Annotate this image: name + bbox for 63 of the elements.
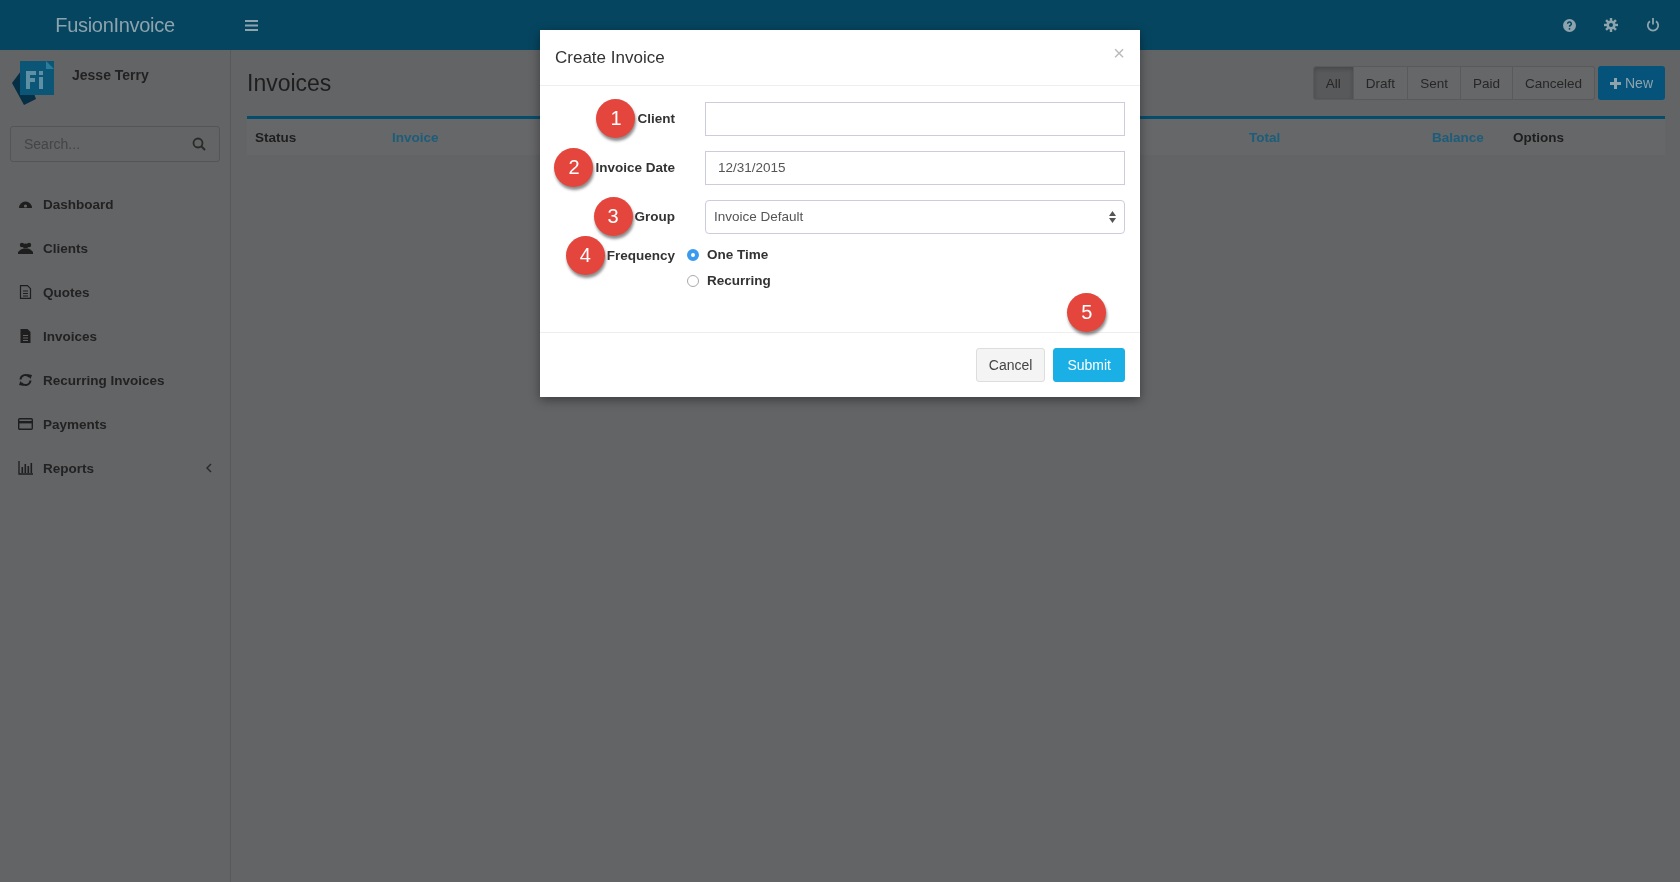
logo-icon bbox=[10, 59, 56, 105]
settings-icon[interactable] bbox=[1604, 18, 1618, 32]
nav-item[interactable]: Dashboard bbox=[0, 182, 230, 226]
filter-button[interactable]: Sent bbox=[1408, 66, 1461, 100]
help-icon[interactable] bbox=[1563, 18, 1576, 32]
power-icon[interactable] bbox=[1646, 18, 1660, 32]
document-icon bbox=[18, 285, 33, 299]
nav-label: Quotes bbox=[43, 284, 91, 300]
nav-item[interactable]: Clients bbox=[0, 226, 230, 270]
page-title: Invoices bbox=[247, 69, 333, 97]
group-select[interactable]: Invoice Default bbox=[705, 199, 1125, 234]
radio-option[interactable]: One Time bbox=[687, 247, 1125, 262]
menu-icon[interactable] bbox=[245, 19, 258, 31]
callout-number: 4 bbox=[565, 236, 605, 275]
radio-button[interactable] bbox=[687, 248, 699, 261]
cancel-button[interactable]: Cancel bbox=[975, 348, 1046, 382]
nav-label: Invoices bbox=[43, 328, 99, 344]
radio-option[interactable]: Recurring bbox=[687, 273, 1125, 288]
callout-number: 2 bbox=[554, 148, 594, 187]
callout-number: 5 bbox=[1067, 293, 1107, 332]
bar-chart-icon bbox=[18, 461, 33, 475]
filter-button[interactable]: Canceled bbox=[1512, 66, 1595, 100]
nav-label: Dashboard bbox=[43, 196, 115, 212]
filter-button[interactable]: Paid bbox=[1460, 66, 1513, 100]
document-icon bbox=[18, 329, 33, 343]
nav-label: Clients bbox=[43, 240, 89, 256]
dialog-title: Create Invoice bbox=[555, 47, 666, 68]
callout-number: 3 bbox=[593, 197, 633, 236]
user-name: Jesse Terry bbox=[72, 67, 149, 85]
plus-icon bbox=[1610, 77, 1621, 89]
nav-label: Recurring Invoices bbox=[43, 372, 166, 388]
select-value: Invoice Default bbox=[714, 209, 804, 224]
search-icon[interactable] bbox=[192, 137, 206, 151]
refresh-icon bbox=[18, 373, 33, 387]
nav-label: Payments bbox=[43, 416, 108, 432]
users-icon bbox=[18, 241, 33, 255]
close-button[interactable]: × bbox=[1113, 42, 1125, 63]
nav-label: Reports bbox=[43, 460, 95, 476]
callout-number: 1 bbox=[596, 99, 636, 138]
submit-button[interactable]: Submit bbox=[1053, 348, 1125, 382]
brand-name[interactable]: FusionInvoice bbox=[0, 13, 230, 37]
column-header: Status bbox=[255, 129, 297, 145]
sort-arrows-icon bbox=[1109, 210, 1116, 223]
field-label: Client bbox=[637, 111, 675, 126]
radio-label: Recurring bbox=[707, 273, 771, 288]
new-button[interactable]: New bbox=[1598, 66, 1665, 100]
field-label: Group bbox=[634, 209, 675, 224]
field-label: Frequency bbox=[606, 248, 675, 263]
input-value: 12/31/2015 bbox=[718, 160, 786, 175]
text-input[interactable]: 12/31/2015 bbox=[705, 150, 1125, 185]
nav-item[interactable]: Recurring Invoices bbox=[0, 358, 230, 402]
nav-item[interactable]: Reports bbox=[0, 446, 230, 490]
nav-item[interactable]: Payments bbox=[0, 402, 230, 446]
nav-item[interactable]: Invoices bbox=[0, 314, 230, 358]
credit-card-icon bbox=[18, 417, 33, 431]
radio-button[interactable] bbox=[687, 274, 699, 287]
radio-label: One Time bbox=[707, 247, 769, 262]
text-input[interactable] bbox=[705, 101, 1125, 136]
filter-button[interactable]: Draft bbox=[1353, 66, 1409, 100]
nav-item[interactable]: Quotes bbox=[0, 270, 230, 314]
field-label: Invoice Date bbox=[595, 160, 675, 175]
chevron-left-icon[interactable] bbox=[206, 463, 212, 473]
column-header: Options bbox=[1513, 129, 1564, 145]
